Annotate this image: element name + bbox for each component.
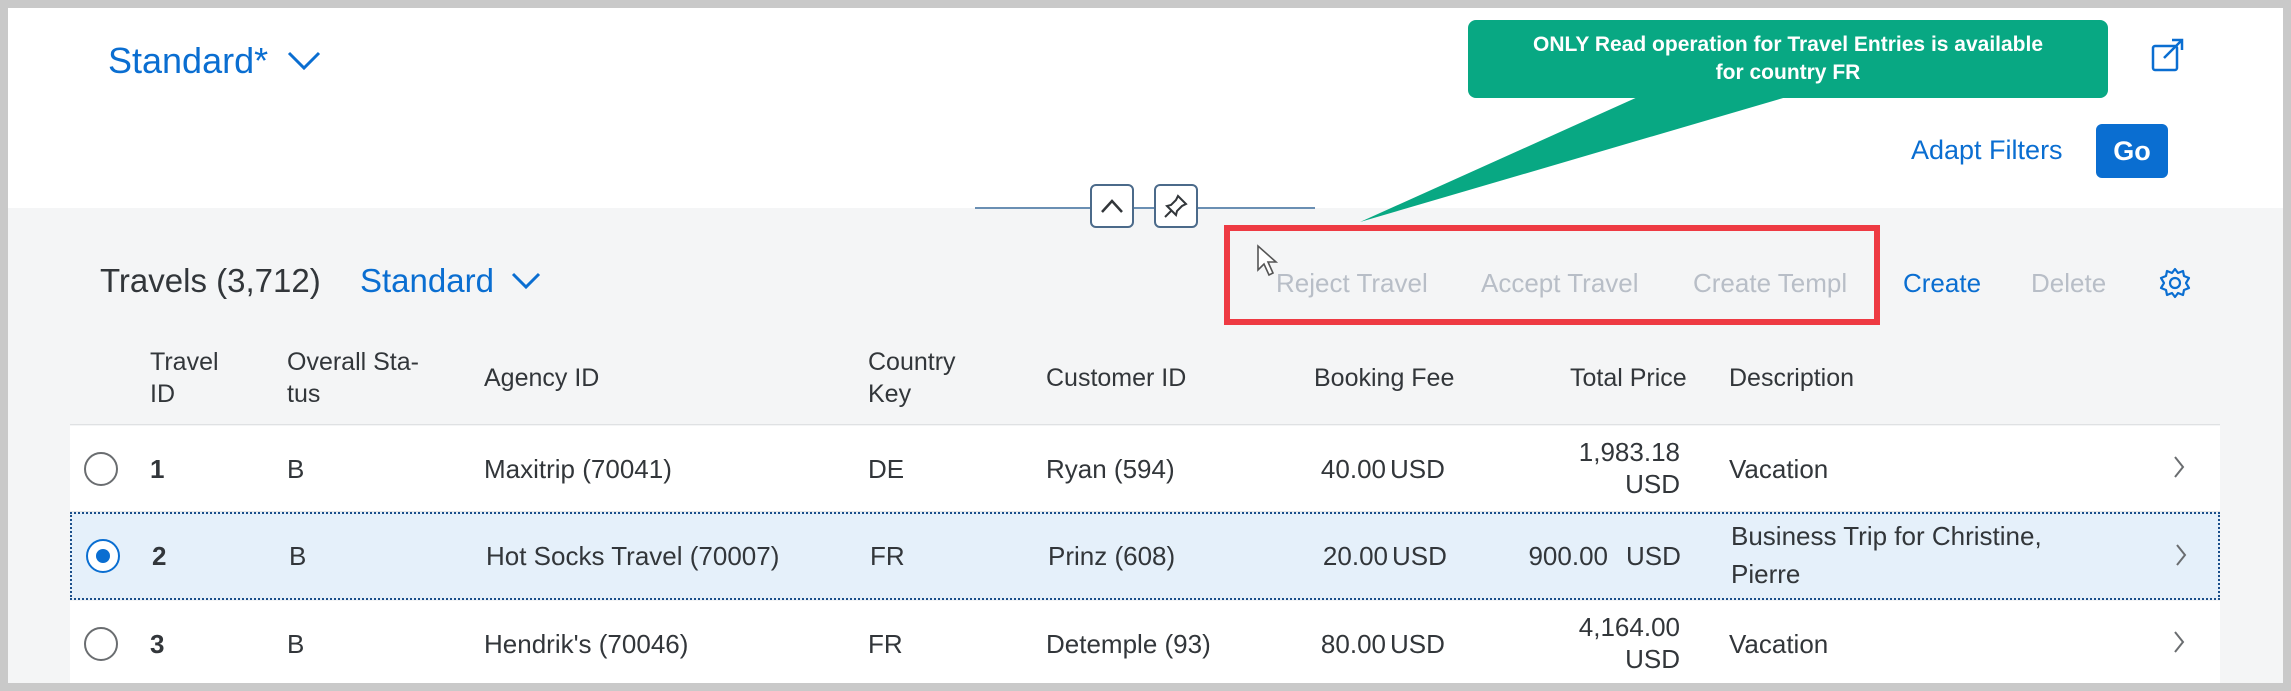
cell-country: DE: [868, 454, 905, 484]
row-select-radio[interactable]: [86, 539, 120, 573]
table-variant-label: Standard: [360, 262, 494, 299]
cell-total-price: 900.00: [1528, 541, 1608, 571]
chevron-down-icon: [511, 272, 540, 290]
table-row[interactable]: 3 B Hendrik's (70046) FR Detemple (93) 8…: [70, 601, 2220, 687]
cell-total-price-currency: USD: [1626, 541, 1681, 571]
cell-customer: Ryan (594): [1046, 454, 1175, 484]
chevron-right-icon[interactable]: [2172, 629, 2186, 655]
mouse-cursor-icon: [1257, 244, 1279, 277]
cell-travel-id: 3: [150, 629, 165, 659]
share-icon[interactable]: [2148, 34, 2188, 74]
cell-total-price: 1,983.18 USD: [1578, 437, 1680, 499]
cell-booking-fee: 20.00: [1322, 541, 1388, 571]
chevron-down-icon: [288, 51, 321, 71]
table-header-row: Travel ID Overall Sta- tus Agency ID Cou…: [70, 326, 2220, 425]
column-header-country-key[interactable]: Country Key: [868, 346, 956, 410]
delete-button[interactable]: Delete: [2031, 268, 2106, 299]
column-header-customer-id[interactable]: Customer ID: [1046, 362, 1186, 394]
table-title: Travels (3,712): [100, 262, 321, 299]
cell-booking-fee-currency: USD: [1392, 541, 1447, 571]
chevron-up-icon: [1101, 199, 1123, 213]
callout-line-1: ONLY Read operation for Travel Entries i…: [1532, 33, 2044, 56]
cell-agency: Maxitrip (70041): [484, 454, 672, 484]
column-header-overall-status[interactable]: Overall Sta- tus: [287, 346, 419, 410]
annotation-callout: ONLY Read operation for Travel Entries i…: [1468, 20, 2108, 98]
row-select-radio[interactable]: [84, 627, 118, 661]
cell-customer: Prinz (608): [1048, 541, 1176, 571]
header-divider: [975, 207, 1315, 209]
cell-overall-status: B: [287, 454, 305, 484]
cell-description: Vacation: [1729, 629, 1829, 659]
chevron-right-icon[interactable]: [2172, 454, 2186, 480]
cell-travel-id: 2: [152, 541, 167, 571]
column-header-agency-id[interactable]: Agency ID: [484, 362, 599, 394]
cell-booking-fee-currency: USD: [1390, 629, 1445, 659]
column-header-description[interactable]: Description: [1729, 362, 1854, 394]
table-row[interactable]: 2 B Hot Socks Travel (70007) FR Prinz (6…: [70, 512, 2220, 600]
highlight-disabled-actions-box: [1224, 225, 1880, 325]
cell-agency: Hot Socks Travel (70007): [486, 541, 780, 571]
cell-description: Vacation: [1729, 454, 1829, 484]
collapse-header-button[interactable]: [1090, 184, 1134, 228]
cell-overall-status: B: [287, 629, 305, 659]
pin-header-button[interactable]: [1154, 184, 1198, 228]
table-variant-selector[interactable]: Standard: [360, 262, 542, 300]
cell-country: FR: [870, 541, 905, 571]
cell-booking-fee: 40.00: [1320, 454, 1386, 484]
cell-total-price: 4,164.00 USD: [1578, 612, 1680, 674]
cell-travel-id: 1: [150, 454, 165, 484]
cell-overall-status: B: [289, 541, 307, 571]
cell-agency: Hendrik's (70046): [484, 629, 689, 659]
column-header-total-price[interactable]: Total Price: [1570, 362, 1687, 394]
page-variant-title: Standard*: [108, 40, 269, 81]
go-button[interactable]: Go: [2096, 124, 2168, 178]
column-header-booking-fee[interactable]: Booking Fee: [1314, 362, 1454, 394]
gear-icon[interactable]: [2158, 266, 2192, 300]
create-button[interactable]: Create: [1903, 268, 1981, 299]
cell-customer: Detemple (93): [1046, 629, 1211, 659]
table-row[interactable]: 1 B Maxitrip (70041) DE Ryan (594) 40.00…: [70, 426, 2220, 512]
row-select-radio[interactable]: [84, 452, 118, 486]
chevron-right-icon[interactable]: [2174, 542, 2188, 568]
adapt-filters-button[interactable]: Adapt Filters: [1911, 135, 2063, 166]
cell-country: FR: [868, 629, 903, 659]
column-header-travel-id[interactable]: Travel ID: [150, 346, 219, 410]
page-variant-selector[interactable]: Standard*: [108, 40, 322, 82]
cell-booking-fee: 80.00: [1320, 629, 1386, 659]
cell-booking-fee-currency: USD: [1390, 454, 1445, 484]
callout-line-2: for country FR: [1715, 61, 1861, 84]
cell-description: Business Trip for Christine, Pierre: [1731, 521, 2042, 589]
pin-icon: [1164, 194, 1188, 218]
